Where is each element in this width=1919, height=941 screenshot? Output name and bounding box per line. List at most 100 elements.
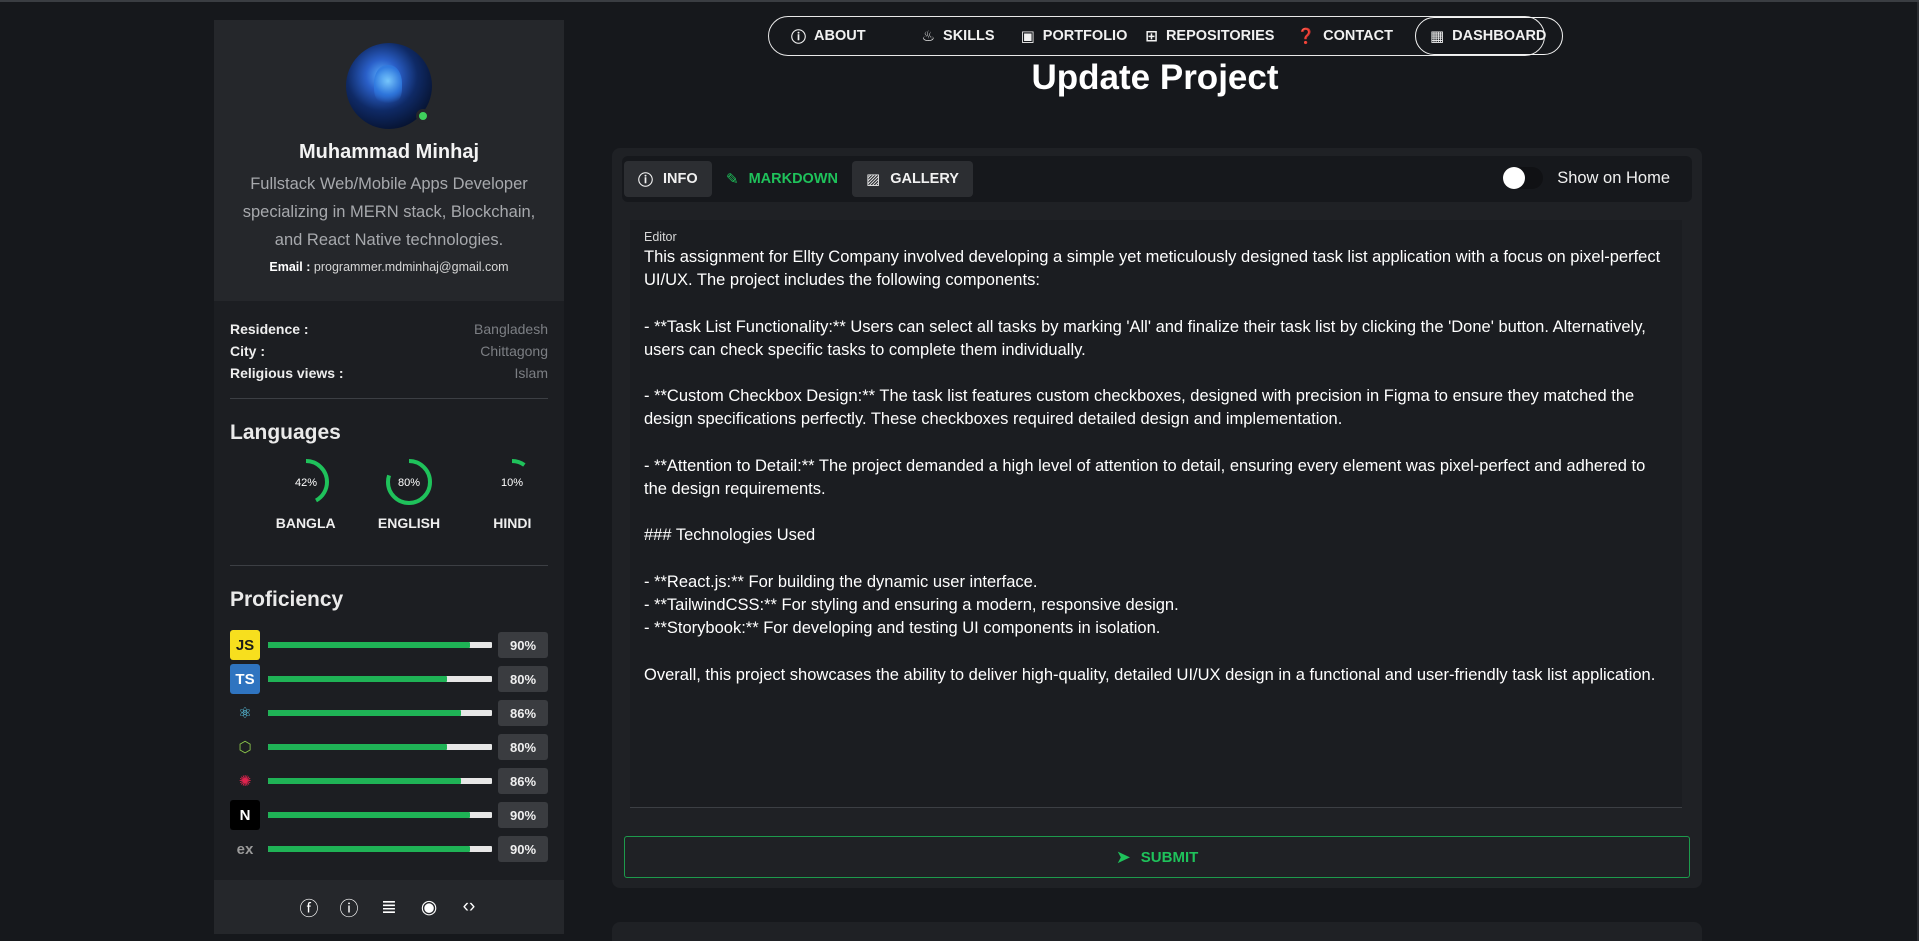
proficiency-bar — [268, 812, 492, 818]
proficiency-bar — [268, 846, 492, 852]
social-links: ⓕ ⓘ ≣ ◉ ‹› — [214, 880, 564, 934]
info-icon: ⓘ — [638, 171, 654, 189]
language-ring: 80% — [385, 459, 432, 505]
proficiency-percent: 86% — [498, 700, 548, 726]
portfolio-icon: ▣ — [1020, 28, 1035, 45]
language-ring: 10% — [489, 459, 536, 505]
nestjs-icon: ✺ — [238, 773, 252, 790]
tab-markdown[interactable]: ✎ MARKDOWN — [712, 161, 852, 197]
info-icon: ⓘ — [791, 28, 807, 46]
github-icon[interactable]: ◉ — [418, 896, 440, 919]
profile-email: Email : programmer.mdminhaj@gmail.com — [214, 260, 564, 274]
language-hindi: 10% HINDI — [461, 457, 564, 531]
edit-icon: ✎ — [726, 171, 739, 188]
editor-textarea[interactable]: This assignment for Ellty Company involv… — [644, 246, 1668, 687]
email-value[interactable]: programmer.mdminhaj@gmail.com — [314, 260, 509, 274]
avatar-image — [374, 65, 402, 105]
languages-title: Languages — [230, 421, 341, 444]
proficiency-percent: 86% — [498, 768, 548, 794]
next-panel — [612, 922, 1702, 941]
language-percent: 42% — [295, 477, 317, 489]
proficiency-list: JS 90% TS 80% ⚛ 86% ⬡ 80% ✺ 86% N 90% ex 90% — [214, 612, 564, 866]
submit-button[interactable]: ➤ SUBMIT — [624, 836, 1690, 878]
tabs-bar: ⓘ INFO ✎ MARKDOWN ▨ GALLERY Show on Home — [622, 156, 1692, 202]
gallery-icon: ▨ — [866, 171, 881, 188]
proficiency-bar — [268, 710, 492, 716]
markdown-editor[interactable]: Editor This assignment for Ellty Company… — [630, 220, 1682, 808]
proficiency-bar — [268, 642, 492, 648]
profile-card: Muhammad Minhaj Fullstack Web/Mobile App… — [214, 20, 564, 301]
nav-about[interactable]: ⓘ ABOUT — [791, 26, 866, 47]
language-ring: 42% — [282, 459, 329, 505]
javascript-icon: JS — [230, 630, 260, 660]
language-percent: 10% — [501, 477, 523, 489]
proficiency-percent: 90% — [498, 632, 548, 658]
proficiency-bar — [268, 778, 492, 784]
lightbulb-icon: ♨ — [921, 28, 936, 45]
page-title: Update Project — [1031, 58, 1279, 97]
proficiency-percent: 80% — [498, 666, 548, 692]
email-label: Email : — [269, 260, 311, 274]
profile-sidebar: Muhammad Minhaj Fullstack Web/Mobile App… — [214, 20, 564, 934]
personal-info: Residence : Bangladesh City : Chittagong… — [214, 301, 564, 384]
proficiency-bar — [268, 676, 492, 682]
top-navigation: ⓘ ABOUT ♨ SKILLS ▣ PORTFOLIO ⊞ REPOSITOR… — [768, 16, 1564, 56]
linkedin-icon[interactable]: ⓘ — [338, 894, 360, 921]
send-icon: ➤ — [1115, 846, 1131, 867]
nav-dashboard[interactable]: ▦ DASHBOARD — [1414, 17, 1564, 55]
editor-label: Editor — [644, 230, 677, 244]
language-bangla: 42% BANGLA — [254, 457, 357, 531]
proficiency-row: ⚛ 86% — [230, 696, 548, 730]
tab-info[interactable]: ⓘ INFO — [624, 161, 712, 197]
help-icon: ❓ — [1296, 28, 1316, 45]
repository-icon: ⊞ — [1145, 28, 1158, 45]
facebook-icon[interactable]: ⓕ — [298, 894, 320, 921]
language-percent: 80% — [398, 477, 420, 489]
proficiency-bar-fill — [268, 812, 470, 818]
language-name: HINDI — [493, 515, 532, 531]
nav-skills[interactable]: ♨ SKILLS — [922, 27, 995, 45]
update-project-panel: ⓘ INFO ✎ MARKDOWN ▨ GALLERY Show on Home… — [612, 148, 1702, 888]
stackoverflow-icon[interactable]: ≣ — [378, 896, 400, 919]
tab-gallery[interactable]: ▨ GALLERY — [852, 161, 973, 197]
proficiency-bar-fill — [268, 710, 461, 716]
nav-contact[interactable]: ❓ CONTACT — [1296, 27, 1393, 45]
proficiency-title: Proficiency — [230, 588, 344, 611]
express-icon: ex — [236, 840, 254, 858]
proficiency-bar-fill — [268, 676, 448, 682]
proficiency-percent: 90% — [498, 802, 548, 828]
nextjs-icon: N — [230, 800, 260, 830]
react-icon: ⚛ — [238, 705, 252, 722]
info-row-religious-views: Religious views : Islam — [230, 365, 548, 381]
languages-list: 42% BANGLA 80% ENGLISH 10% HINDI — [214, 445, 564, 531]
toggle-switch[interactable] — [1503, 167, 1544, 189]
nav-portfolio[interactable]: ▣ PORTFOLIO — [1021, 27, 1128, 45]
proficiency-bar-fill — [268, 744, 448, 750]
proficiency-row: ex 90% — [230, 832, 548, 866]
proficiency-bar-fill — [268, 846, 470, 852]
dashboard-icon: ▦ — [1429, 28, 1445, 45]
proficiency-percent: 80% — [498, 734, 548, 760]
proficiency-bar-fill — [268, 778, 461, 784]
language-name: ENGLISH — [377, 515, 441, 531]
proficiency-row: ✺ 86% — [230, 764, 548, 798]
typescript-icon: TS — [230, 664, 260, 694]
proficiency-bar-fill — [268, 642, 470, 648]
language-name: BANGLA — [275, 515, 336, 531]
online-status-dot — [416, 109, 430, 123]
info-row-city: City : Chittagong — [230, 343, 548, 359]
toggle-knob — [1503, 167, 1526, 189]
proficiency-row: JS 90% — [230, 628, 548, 662]
proficiency-bar — [268, 744, 492, 750]
profile-name: Muhammad Minhaj — [298, 141, 479, 163]
nodejs-icon: ⬡ — [238, 739, 252, 756]
show-on-home-toggle[interactable]: Show on Home — [1503, 167, 1670, 189]
avatar[interactable] — [346, 43, 432, 129]
proficiency-percent: 90% — [498, 836, 548, 862]
nav-repositories[interactable]: ⊞ REPOSITORIES — [1145, 27, 1274, 45]
code-icon[interactable]: ‹› — [458, 896, 480, 918]
proficiency-row: TS 80% — [230, 662, 548, 696]
proficiency-row: N 90% — [230, 798, 548, 832]
language-english: 80% ENGLISH — [357, 457, 460, 531]
proficiency-row: ⬡ 80% — [230, 730, 548, 764]
